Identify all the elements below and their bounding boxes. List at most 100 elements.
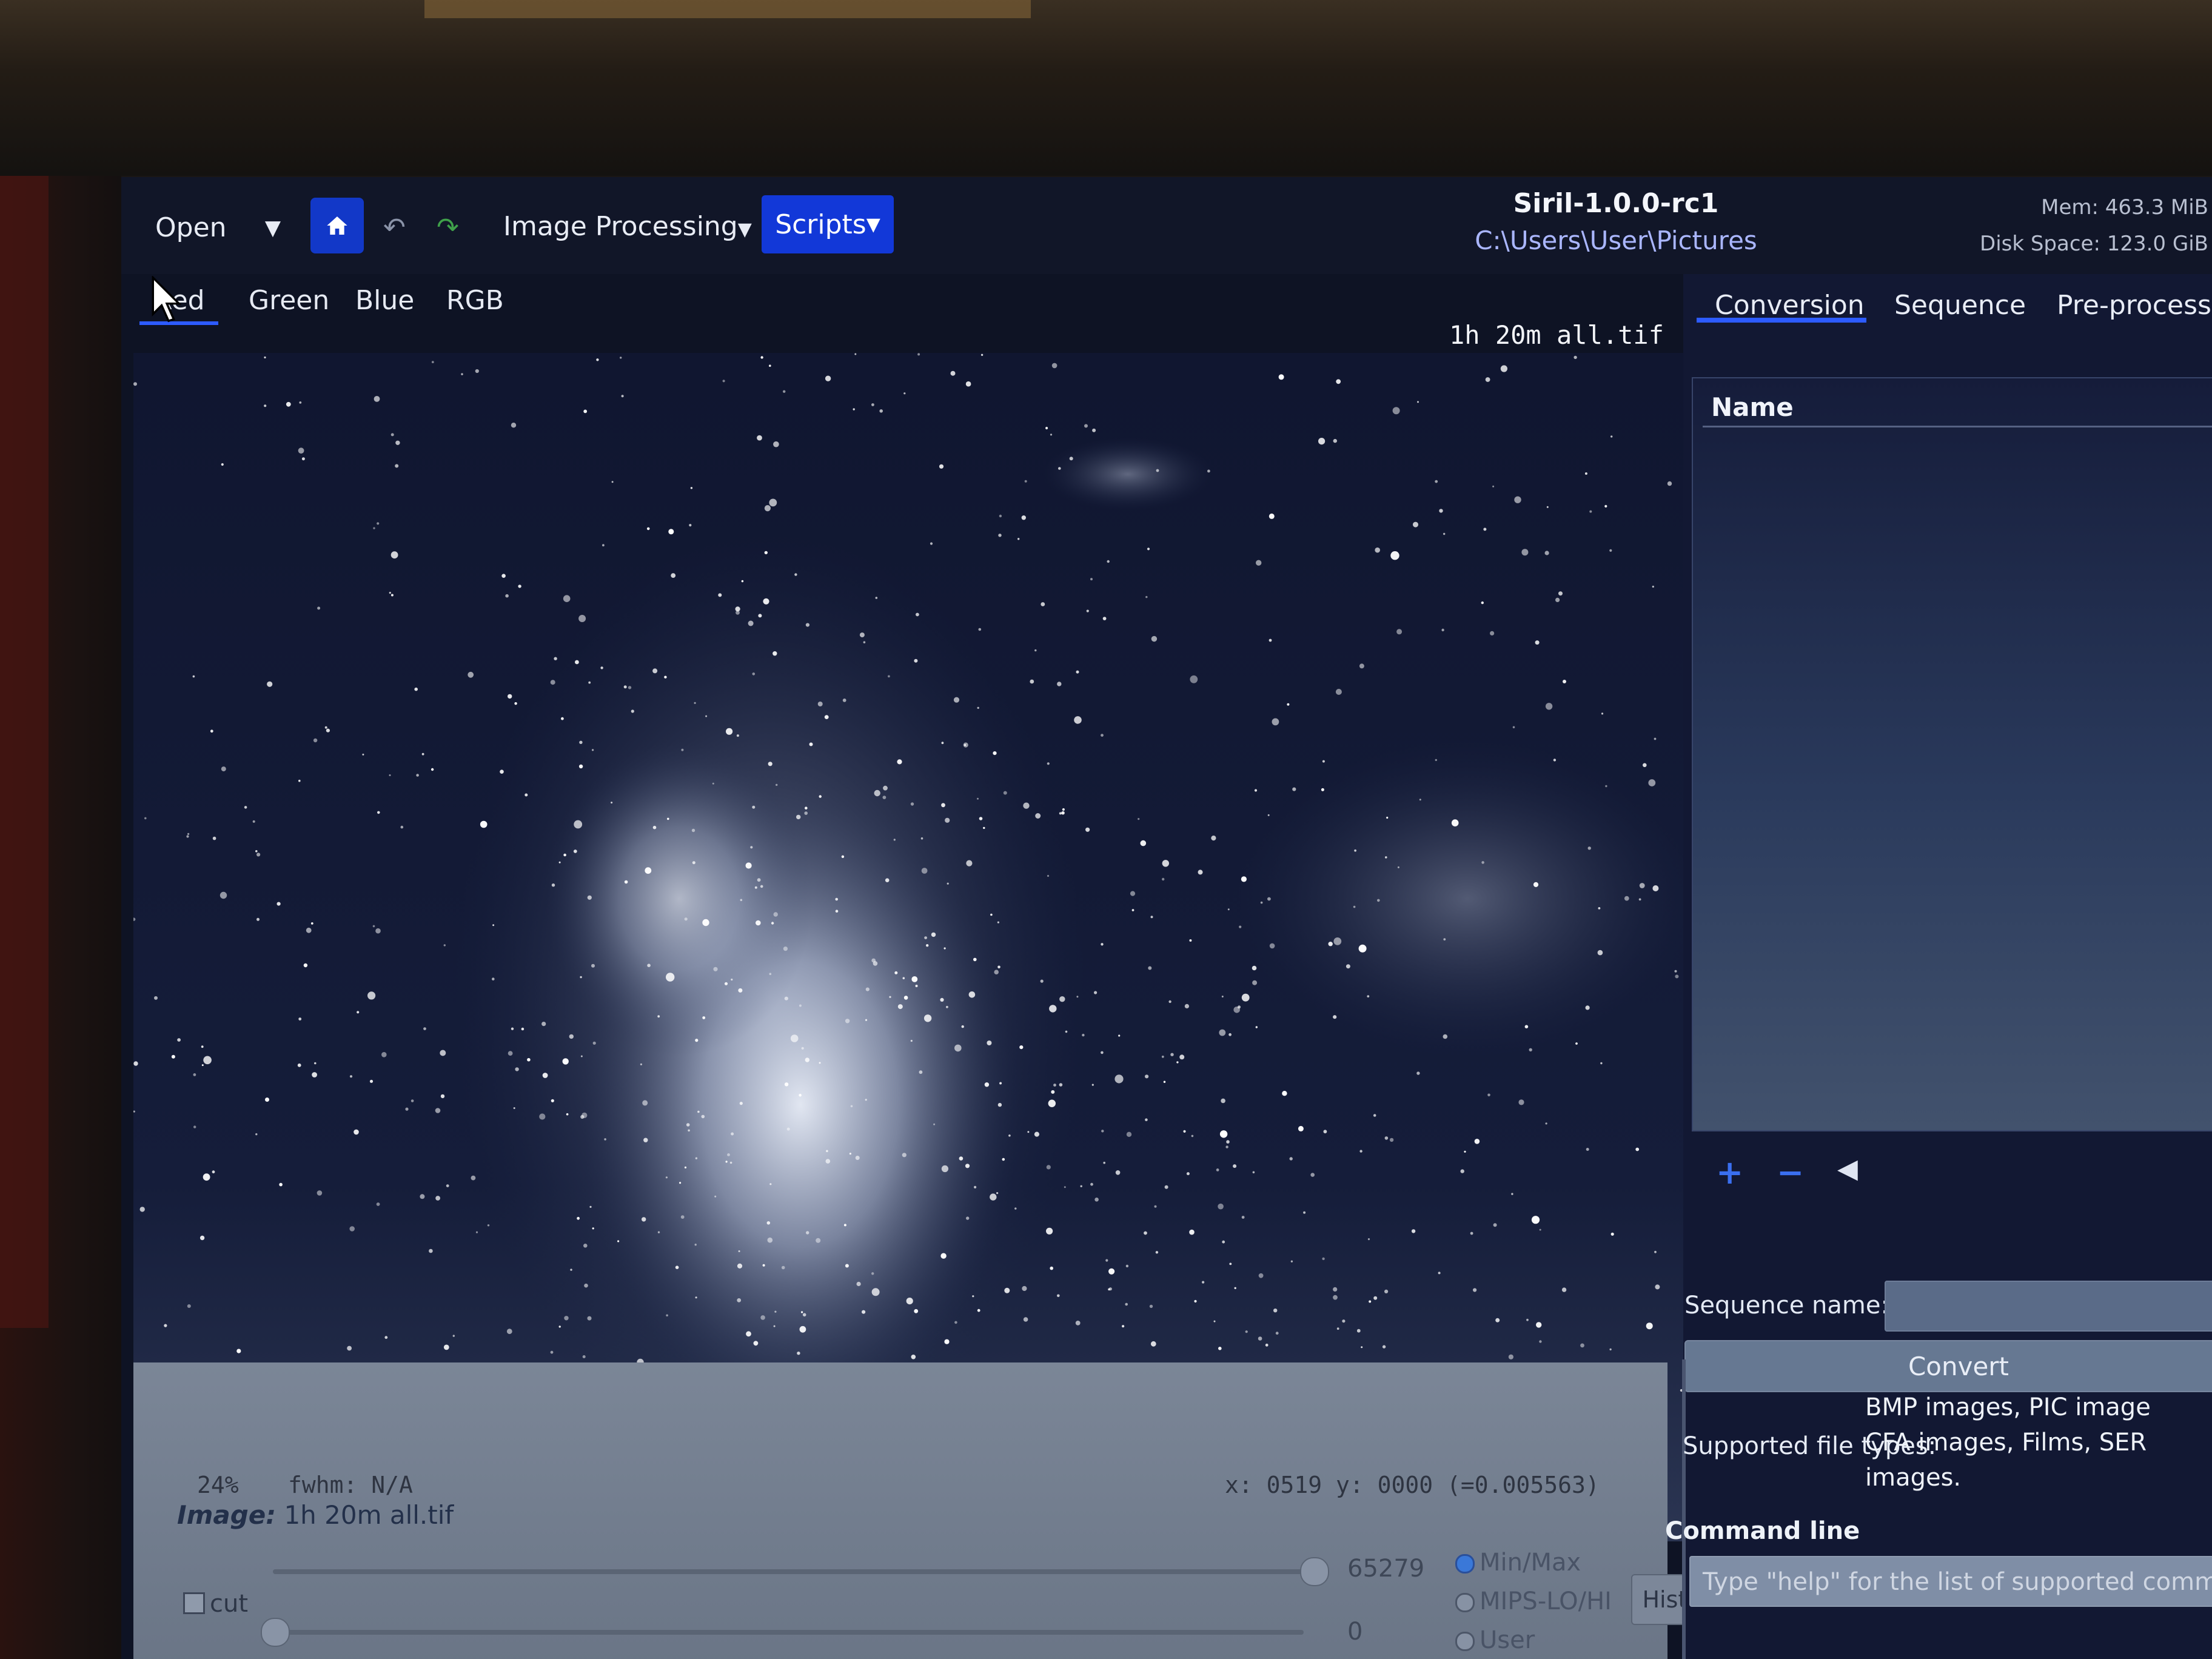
lo-cutoff-slider[interactable]: [273, 1630, 1304, 1635]
star: [220, 891, 227, 899]
star: [1392, 407, 1400, 415]
star: [1125, 1302, 1128, 1306]
open-recent-dropdown-icon[interactable]: ▼: [260, 210, 286, 246]
radio-user[interactable]: User: [1455, 1626, 1535, 1654]
star: [201, 1064, 204, 1067]
star: [1040, 979, 1044, 983]
star: [1287, 703, 1290, 706]
star: [941, 803, 945, 808]
star: [854, 353, 857, 355]
convert-button[interactable]: Convert: [1684, 1340, 2212, 1392]
tab-sequence[interactable]: Sequence: [1894, 287, 2026, 324]
background-light: [424, 0, 1031, 18]
star: [910, 1039, 913, 1042]
lo-cutoff-thumb[interactable]: [261, 1618, 290, 1647]
undo-icon[interactable]: ↶: [383, 210, 406, 246]
star: [1490, 631, 1495, 635]
star: [558, 861, 561, 863]
star: [1639, 883, 1645, 888]
add-files-icon[interactable]: +: [1716, 1153, 1743, 1191]
star: [475, 369, 479, 374]
conversion-file-list[interactable]: [1692, 377, 2212, 1131]
star: [1481, 601, 1484, 605]
star: [492, 977, 495, 980]
star: [1035, 813, 1041, 819]
star: [1256, 560, 1262, 566]
cut-label: cut: [210, 1590, 249, 1618]
redo-icon[interactable]: ↷: [437, 210, 459, 246]
star: [773, 441, 779, 447]
star: [1059, 812, 1062, 815]
star: [395, 440, 400, 445]
star: [443, 944, 446, 947]
star: [1179, 1054, 1185, 1060]
scripts-menu[interactable]: Scripts ▼: [762, 195, 894, 253]
star: [1252, 1171, 1255, 1174]
star: [773, 651, 777, 656]
star: [977, 706, 979, 709]
star: [963, 742, 968, 748]
nebula-wisp: [1043, 438, 1213, 511]
star: [1108, 1268, 1115, 1275]
star: [1260, 901, 1263, 904]
star: [324, 726, 327, 729]
star: [921, 868, 928, 874]
star: [1218, 1203, 1224, 1210]
star: [1384, 1289, 1389, 1293]
star: [1148, 966, 1152, 970]
cut-checkbox[interactable]: [183, 1592, 205, 1614]
zoom-level: 24%: [197, 1472, 239, 1498]
star: [1624, 896, 1629, 901]
star: [665, 1176, 668, 1179]
star: [1258, 1336, 1262, 1341]
star: [1245, 1330, 1248, 1333]
star: [1085, 827, 1090, 832]
star: [527, 1057, 531, 1062]
star: [714, 1195, 717, 1198]
tab-preprocessing[interactable]: Pre-processin: [2057, 287, 2212, 324]
hi-cutoff-slider[interactable]: [273, 1569, 1304, 1574]
star: [1369, 1300, 1372, 1303]
star: [312, 1072, 317, 1078]
hi-cutoff-value[interactable]: 65279: [1347, 1555, 1424, 1583]
star: [974, 1185, 977, 1188]
star: [871, 958, 876, 963]
star: [1310, 1173, 1315, 1177]
panel-separator[interactable]: [1682, 1359, 1686, 1659]
star: [1358, 944, 1367, 953]
star: [1125, 1264, 1129, 1268]
star: [1435, 480, 1438, 483]
star: [799, 1004, 802, 1007]
lo-cutoff-value[interactable]: 0: [1347, 1618, 1362, 1646]
remove-file-icon[interactable]: −: [1777, 1153, 1804, 1191]
tab-blue[interactable]: Blue: [355, 283, 414, 319]
tab-green[interactable]: Green: [249, 283, 329, 319]
image-processing-menu[interactable]: Image Processing▼: [503, 209, 752, 248]
star: [1022, 1285, 1027, 1292]
star: [668, 529, 674, 535]
star: [1323, 1130, 1327, 1134]
star: [1390, 551, 1399, 560]
hi-cutoff-thumb[interactable]: [1300, 1557, 1329, 1586]
mouse-cursor-icon: [152, 276, 182, 323]
home-button[interactable]: [310, 198, 364, 253]
radio-minmax[interactable]: Min/Max: [1455, 1549, 1581, 1577]
list-header-name[interactable]: Name: [1711, 392, 1794, 422]
star: [279, 1182, 283, 1187]
star: [1553, 759, 1557, 762]
star: [588, 681, 591, 684]
star: [713, 967, 718, 971]
sequence-name-input[interactable]: [1885, 1281, 2212, 1332]
star: [689, 524, 692, 527]
open-button[interactable]: Open: [155, 210, 227, 246]
star: [943, 947, 946, 950]
star: [1481, 861, 1484, 864]
pixel-coordinates: x: 0519 y: 0000 (=0.005563): [1225, 1472, 1600, 1498]
star: [1107, 560, 1110, 563]
star: [1546, 506, 1549, 508]
tab-rgb[interactable]: RGB: [446, 283, 504, 319]
radio-mips[interactable]: MIPS-LO/HI: [1455, 1587, 1612, 1615]
star: [941, 742, 944, 745]
clear-list-icon[interactable]: ◀: [1837, 1153, 1858, 1184]
star: [657, 1231, 660, 1233]
